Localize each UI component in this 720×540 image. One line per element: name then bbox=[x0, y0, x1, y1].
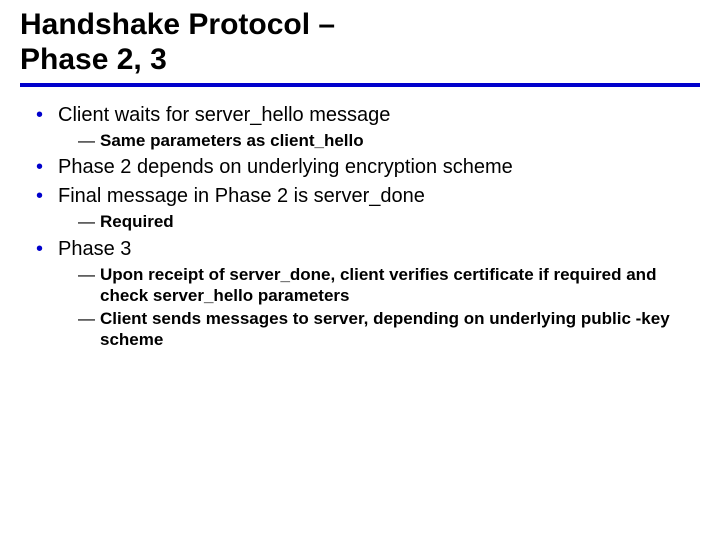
title-underline bbox=[20, 83, 700, 87]
slide-title: Handshake Protocol – Phase 2, 3 bbox=[0, 8, 720, 81]
bullet-item: Client waits for server_hello message Sa… bbox=[36, 103, 684, 151]
sub-text: Same parameters as client_hello bbox=[100, 131, 364, 150]
bullet-item: Final message in Phase 2 is server_done … bbox=[36, 184, 684, 232]
sub-text: Client sends messages to server, dependi… bbox=[100, 309, 670, 349]
bullet-text: Client waits for server_hello message bbox=[58, 104, 390, 126]
bullet-item: Phase 3 Upon receipt of server_done, cli… bbox=[36, 237, 684, 351]
sub-list: Upon receipt of server_done, client veri… bbox=[58, 264, 684, 351]
sub-text: Required bbox=[100, 212, 174, 231]
bullet-text: Final message in Phase 2 is server_done bbox=[58, 185, 425, 207]
sub-text: Upon receipt of server_done, client veri… bbox=[100, 265, 656, 305]
slide-body: Client waits for server_hello message Sa… bbox=[0, 97, 720, 351]
sub-item: Same parameters as client_hello bbox=[78, 130, 684, 151]
bullet-text: Phase 2 depends on underlying encryption… bbox=[58, 156, 513, 178]
sub-item: Client sends messages to server, dependi… bbox=[78, 308, 684, 351]
bullet-text: Phase 3 bbox=[58, 238, 131, 260]
title-line-1: Handshake Protocol – bbox=[20, 8, 335, 41]
slide-root: Handshake Protocol – Phase 2, 3 Client w… bbox=[0, 0, 720, 540]
sub-item: Required bbox=[78, 211, 684, 232]
sub-list: Required bbox=[58, 211, 684, 232]
sub-list: Same parameters as client_hello bbox=[58, 130, 684, 151]
sub-item: Upon receipt of server_done, client veri… bbox=[78, 264, 684, 307]
bullet-item: Phase 2 depends on underlying encryption… bbox=[36, 155, 684, 180]
bullet-list: Client waits for server_hello message Sa… bbox=[36, 103, 684, 351]
title-line-2: Phase 2, 3 bbox=[20, 43, 167, 76]
